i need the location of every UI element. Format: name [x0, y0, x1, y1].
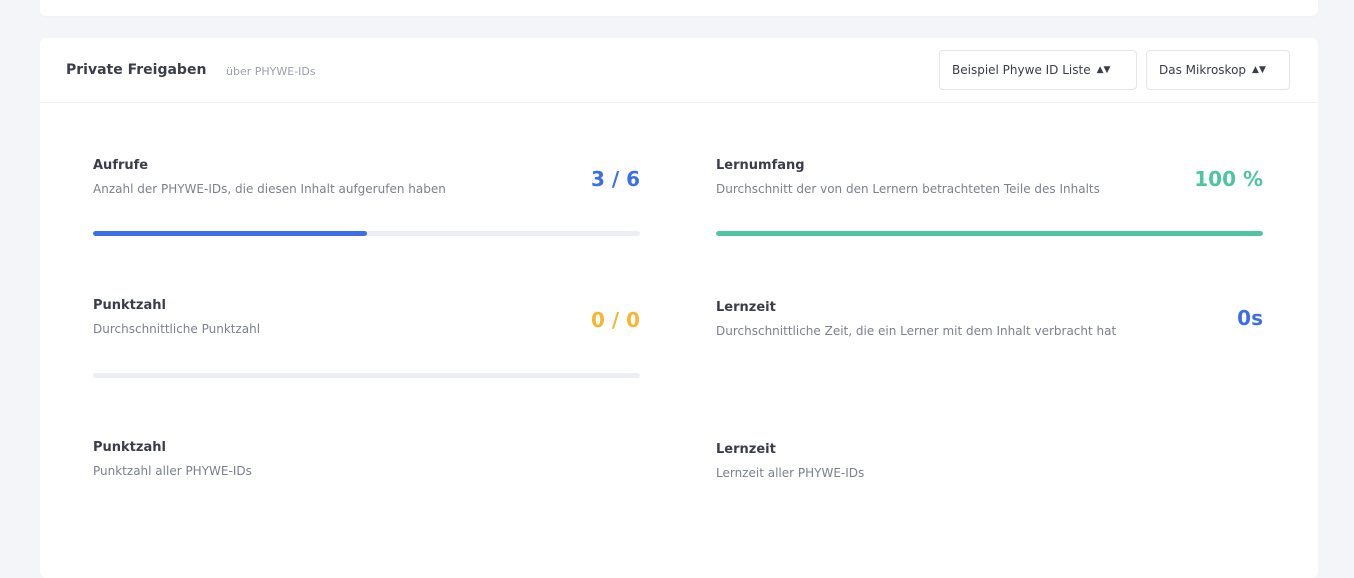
sort-caret-icon: ▲▼ [1252, 65, 1266, 75]
metric-title: Punktzahl [93, 440, 166, 455]
metric-description: Durchschnittliche Zeit, die ein Lerner m… [716, 324, 1117, 338]
metric-title: Lernzeit [716, 300, 776, 315]
id-list-select[interactable]: Beispiel Phywe ID Liste ▲▼ [939, 50, 1137, 90]
progress-bar-lernumfang [716, 231, 1263, 236]
id-list-select-label: Beispiel Phywe ID Liste [952, 63, 1091, 77]
metric-description: Durchschnitt der von den Lernern betrach… [716, 182, 1100, 196]
content-select-label: Das Mikroskop [1159, 63, 1247, 77]
metric-value-punktzahl: 0 / 0 [590, 308, 640, 332]
metric-title: Lernumfang [716, 158, 805, 173]
metric-title: Aufrufe [93, 158, 149, 173]
metric-aufrufe: Aufrufe Anzahl der PHYWE-IDs, die diesen… [93, 158, 446, 196]
card-header: Private Freigaben über PHYWE-IDs Beispie… [40, 38, 1318, 103]
progress-bar-punktzahl [93, 373, 640, 378]
progress-fill-lernumfang [716, 231, 1263, 236]
metric-punktzahl: Punktzahl Durchschnittliche Punktzahl [93, 298, 260, 336]
metric-description: Lernzeit aller PHYWE-IDs [716, 466, 865, 480]
metric-description: Punktzahl aller PHYWE-IDs [93, 464, 252, 478]
progress-bar-aufrufe [93, 231, 640, 236]
metric-value-lernzeit: 0s [1237, 306, 1263, 330]
previous-card [40, 0, 1318, 16]
metric-value-aufrufe: 3 / 6 [590, 167, 640, 191]
metric-description: Anzahl der PHYWE-IDs, die diesen Inhalt … [93, 182, 446, 196]
content-select[interactable]: Das Mikroskop ▲▼ [1146, 50, 1290, 90]
sort-caret-icon: ▲▼ [1096, 65, 1111, 75]
metric-punktzahl-all: Punktzahl Punktzahl aller PHYWE-IDs [93, 440, 252, 478]
metric-title: Lernzeit [716, 442, 776, 457]
card-title: Private Freigaben [66, 62, 207, 78]
metric-lernzeit-all: Lernzeit Lernzeit aller PHYWE-IDs [716, 442, 864, 480]
metric-lernumfang: Lernumfang Durchschnitt der von den Lern… [716, 158, 1100, 196]
metric-value-lernumfang: 100 % [1194, 167, 1263, 191]
card-subtitle: über PHYWE-IDs [226, 65, 316, 78]
metric-title: Punktzahl [93, 298, 166, 313]
metric-lernzeit: Lernzeit Durchschnittliche Zeit, die ein… [716, 300, 1116, 338]
progress-fill-aufrufe [93, 231, 367, 236]
metric-description: Durchschnittliche Punktzahl [93, 322, 261, 336]
private-shares-card: Private Freigaben über PHYWE-IDs Beispie… [40, 38, 1318, 578]
